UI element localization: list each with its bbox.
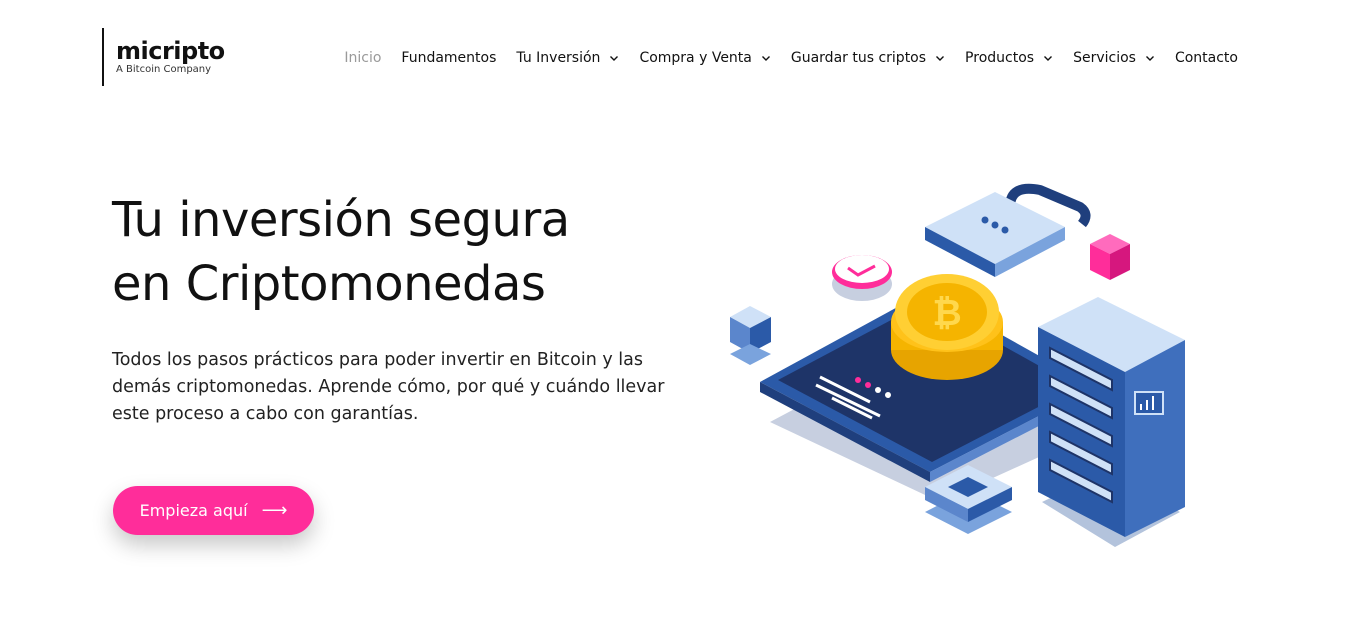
cta-label: Empieza aquí [139, 501, 248, 520]
bitcoin-icon: ₿ [891, 274, 1003, 380]
server-chart [1134, 391, 1164, 415]
nav-item-fundamentos[interactable]: Fundamentos [401, 46, 496, 70]
hero-description: Todos los pasos prácticos para poder inv… [112, 350, 665, 424]
main-nav: Inicio Fundamentos Tu Inversión Compra y… [324, 46, 1238, 70]
chevron-down-icon [936, 56, 945, 61]
hero-title-line1: Tu inversión segura [112, 192, 570, 248]
nav-label: Compra y Venta [639, 50, 752, 66]
hero-title: Tu inversión segura en Criptomonedas [112, 188, 672, 316]
nav-label: Servicios [1073, 50, 1136, 66]
nav-item-servicios[interactable]: Servicios [1073, 46, 1155, 70]
brand-name: micripto [116, 37, 225, 65]
nav-label: Guardar tus criptos [790, 50, 927, 66]
brand-tagline: A Bitcoin Company [116, 64, 212, 75]
crypto-illustration: ₿ [730, 183, 1185, 547]
nav-item-contacto[interactable]: Contacto [1175, 46, 1238, 70]
nav-item-productos[interactable]: Productos [965, 46, 1053, 70]
chevron-down-icon [761, 56, 770, 61]
logo[interactable]: micripto A Bitcoin Company [102, 28, 225, 86]
nav-item-guardar-criptos[interactable]: Guardar tus criptos [791, 46, 945, 70]
nav-label: Contacto [1174, 50, 1238, 66]
svg-text:₿: ₿ [932, 293, 961, 334]
chevron-down-icon [610, 56, 619, 61]
nav-label: Tu Inversión [516, 50, 601, 66]
chevron-down-icon [1145, 56, 1154, 61]
nav-label: Fundamentos [401, 50, 497, 66]
nav-label: Inicio [344, 50, 382, 66]
hero-title-line2: en Criptomonedas [112, 256, 546, 312]
chevron-down-icon [1044, 56, 1053, 61]
arrow-right-icon: ⟶ [261, 499, 288, 521]
nav-label: Productos [965, 50, 1035, 66]
nav-item-compra-venta[interactable]: Compra y Venta [639, 46, 770, 70]
nav-item-inicio[interactable]: Inicio [344, 46, 381, 70]
nav-item-tu-inversion[interactable]: Tu Inversión [516, 46, 619, 70]
cta-button[interactable]: Empieza aquí ⟶ [113, 486, 314, 535]
